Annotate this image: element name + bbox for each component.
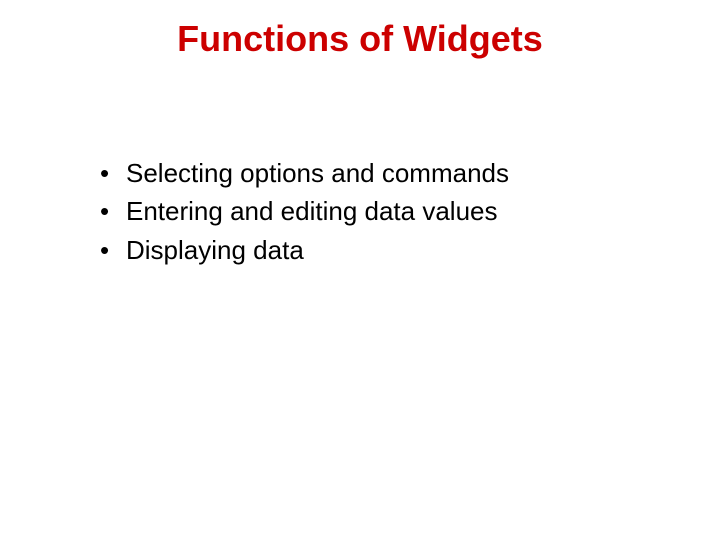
bullet-item: •Selecting options and commands [100, 155, 509, 191]
bullet-list: •Selecting options and commands •Enterin… [100, 155, 509, 270]
bullet-item: •Displaying data [100, 232, 509, 268]
bullet-dot-icon: • [100, 155, 126, 191]
bullet-item: •Entering and editing data values [100, 193, 509, 229]
slide-title: Functions of Widgets [0, 18, 720, 60]
bullet-text: Selecting options and commands [126, 158, 509, 188]
bullet-text: Displaying data [126, 235, 304, 265]
bullet-text: Entering and editing data values [126, 196, 498, 226]
bullet-dot-icon: • [100, 193, 126, 229]
bullet-dot-icon: • [100, 232, 126, 268]
